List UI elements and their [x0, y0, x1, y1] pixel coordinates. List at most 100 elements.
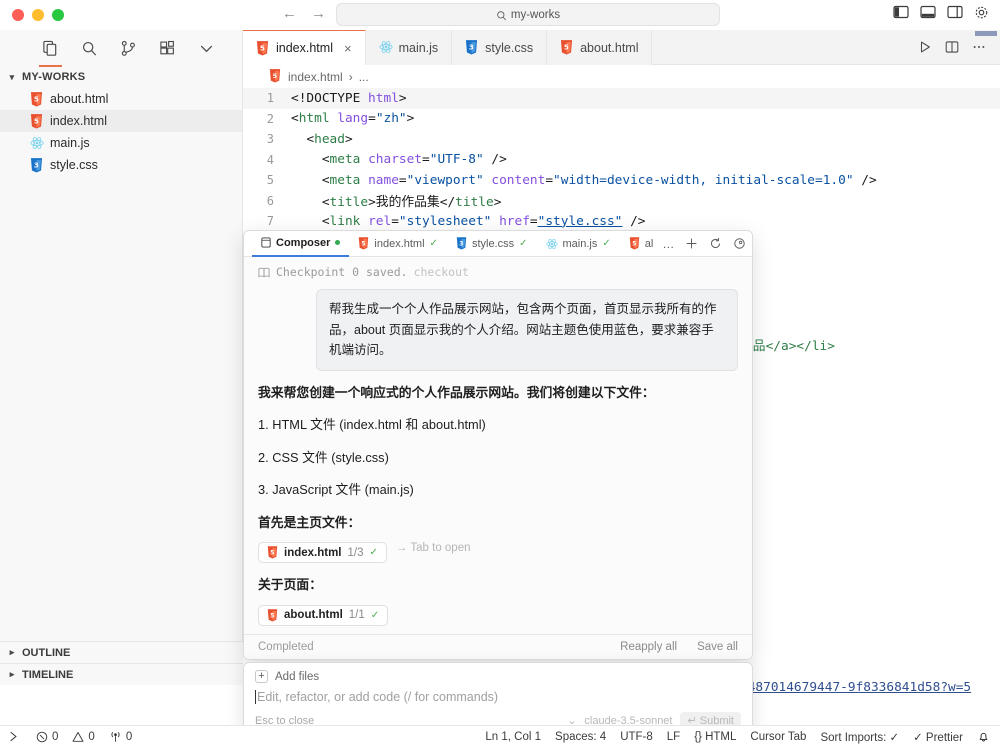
breadcrumb-file[interactable]: index.html: [288, 70, 343, 84]
save-all-button[interactable]: Save all: [697, 641, 738, 653]
code-line[interactable]: 3 <head>: [243, 129, 1000, 150]
checkpoint-icon: [258, 267, 270, 278]
minimize-window-button[interactable]: [32, 9, 44, 21]
assistant-list-item-3: 3. JavaScript 文件 (main.js): [258, 482, 414, 498]
timeline-panel-header[interactable]: ▸ TIMELINE: [0, 663, 243, 685]
code-line-text: <head>: [291, 131, 353, 147]
cursor-tab-status[interactable]: Cursor Tab: [750, 731, 806, 743]
notifications-bell-icon[interactable]: [977, 730, 990, 743]
search-icon[interactable]: [81, 40, 98, 57]
prettier-status[interactable]: ✓ Prettier: [913, 730, 963, 744]
tab-index-html[interactable]: 5 index.html ×: [243, 30, 366, 65]
pill-file-name: index.html: [284, 546, 342, 559]
tab-about-html[interactable]: 5 about.html: [547, 30, 653, 65]
file-tree-item-style-css[interactable]: 3 style.css: [0, 154, 242, 176]
command-search-input[interactable]: my-works: [336, 3, 720, 26]
sidebar: ▾ MY-WORKS 5 about.html 5 index.html mai…: [0, 30, 243, 685]
chevron-down-icon[interactable]: [198, 40, 215, 57]
svg-text:5: 5: [632, 240, 636, 247]
add-files-label: Add files: [275, 670, 320, 683]
forward-arrow-icon[interactable]: →: [311, 5, 326, 23]
indentation-setting[interactable]: Spaces: 4: [555, 731, 606, 743]
explorer-icon[interactable]: [39, 40, 62, 67]
line-number: 4: [266, 152, 274, 167]
panel-left-icon[interactable]: [893, 5, 909, 21]
gear-icon[interactable]: [974, 5, 990, 21]
code-editor[interactable]: 1 <!DOCTYPE html> 2 <html lang="zh"> 3 <head…: [243, 88, 1000, 232]
code-line-text: <!DOCTYPE html>: [291, 90, 407, 106]
history-icon[interactable]: [733, 237, 746, 250]
sort-imports-status[interactable]: Sort Imports: ✓: [820, 730, 899, 744]
back-arrow-icon[interactable]: ←: [282, 5, 297, 23]
composer-tab-about-truncated[interactable]: 5 al: [620, 231, 663, 257]
run-icon[interactable]: [918, 40, 932, 54]
remote-icon[interactable]: [8, 730, 22, 743]
tab-main-js[interactable]: main.js: [365, 30, 453, 65]
overflow-icon[interactable]: …: [662, 237, 674, 251]
navigation-arrows[interactable]: ← →: [282, 5, 326, 23]
layout-controls[interactable]: [893, 5, 990, 21]
file-tree-item-index[interactable]: 5 index.html: [0, 110, 242, 132]
panel-bottom-icon[interactable]: [920, 5, 936, 21]
checkpoint-checkout-link[interactable]: checkout: [414, 265, 469, 279]
composer-icon: [261, 237, 271, 248]
editor-vertical-scrollbar[interactable]: [975, 31, 997, 36]
composer-tab-label: main.js: [562, 237, 598, 250]
problems-warnings[interactable]: 0: [72, 731, 95, 743]
reapply-all-button[interactable]: Reapply all: [620, 641, 677, 653]
composer-conversation[interactable]: Checkpoint 0 saved. checkout 帮我生成一个个人作品展…: [244, 257, 752, 634]
composer-tab-style-css[interactable]: 3 style.css ✓: [447, 231, 537, 257]
error-icon: [36, 731, 48, 743]
title-bar: ← → my-works: [0, 0, 1000, 30]
forwarded-ports[interactable]: 0: [109, 731, 132, 743]
section-heading-home: 首先是主页文件：: [258, 514, 361, 530]
composer-tab-composer[interactable]: Composer: [252, 231, 350, 257]
refresh-icon[interactable]: [709, 237, 722, 250]
end-of-line-sequence[interactable]: LF: [667, 731, 680, 743]
code-line[interactable]: 6 <title>我的作品集</title>: [243, 191, 1000, 212]
outline-panel-header[interactable]: ▸ OUTLINE: [0, 641, 243, 663]
more-actions-icon[interactable]: [972, 40, 986, 54]
composer-tab-main-js[interactable]: main.js ✓: [537, 231, 620, 257]
file-tree-item-main-js[interactable]: main.js: [0, 132, 242, 154]
panel-right-icon[interactable]: [947, 5, 963, 21]
composer-prompt-input[interactable]: Edit, refactor, or add code (/ for comma…: [255, 690, 741, 704]
code-line[interactable]: 7 <link rel="stylesheet" href="style.css…: [243, 211, 1000, 232]
pill-count: 1/1: [348, 609, 365, 622]
file-pill-about-html[interactable]: 5 about.html 1/1 ✓: [258, 604, 389, 626]
window-controls[interactable]: [0, 9, 100, 21]
close-window-button[interactable]: [12, 9, 24, 21]
extensions-icon[interactable]: [159, 40, 176, 57]
file-encoding[interactable]: UTF-8: [620, 731, 653, 743]
add-files-button[interactable]: + Add files: [255, 670, 741, 683]
svg-text:3: 3: [459, 240, 463, 247]
source-control-icon[interactable]: [120, 40, 137, 57]
code-line[interactable]: 5 <meta name="viewport" content="width=d…: [243, 170, 1000, 191]
breadcrumb-rest[interactable]: ...: [359, 70, 369, 84]
react-icon: [379, 40, 393, 55]
split-editor-icon[interactable]: [945, 40, 959, 54]
tab-style-css[interactable]: 3 style.css: [452, 30, 548, 65]
cursor-position[interactable]: Ln 1, Col 1: [485, 731, 541, 743]
code-line[interactable]: 1 <!DOCTYPE html>: [243, 88, 1000, 109]
search-icon: [496, 10, 506, 20]
line-number: 3: [266, 132, 274, 147]
new-composer-icon[interactable]: [685, 237, 698, 250]
line-number: 6: [266, 193, 274, 208]
problems-errors[interactable]: 0: [36, 731, 58, 743]
file-pill-index-html[interactable]: 5 index.html 1/3 ✓: [258, 542, 387, 564]
maximize-window-button[interactable]: [52, 9, 64, 21]
react-icon: [30, 136, 44, 151]
close-icon[interactable]: ×: [344, 41, 352, 56]
breadcrumb[interactable]: 5 index.html › ...: [243, 65, 1000, 88]
code-line[interactable]: 4 <meta charset="UTF-8" />: [243, 150, 1000, 171]
composer-tab-index-html[interactable]: 5 index.html ✓: [349, 231, 447, 257]
code-line[interactable]: 2 <html lang="zh">: [243, 109, 1000, 130]
language-mode[interactable]: {} HTML: [694, 731, 736, 743]
tab-label: about.html: [580, 40, 639, 55]
check-icon: ✓: [369, 547, 378, 559]
explorer-folder-header[interactable]: ▾ MY-WORKS: [0, 66, 242, 88]
html5-icon: 5: [30, 91, 43, 107]
file-tree-item-about[interactable]: 5 about.html: [0, 88, 242, 110]
user-message-bubble: 帮我生成一个个人作品展示网站，包含两个页面，首页显示我所有的作品，about 页…: [316, 289, 738, 371]
